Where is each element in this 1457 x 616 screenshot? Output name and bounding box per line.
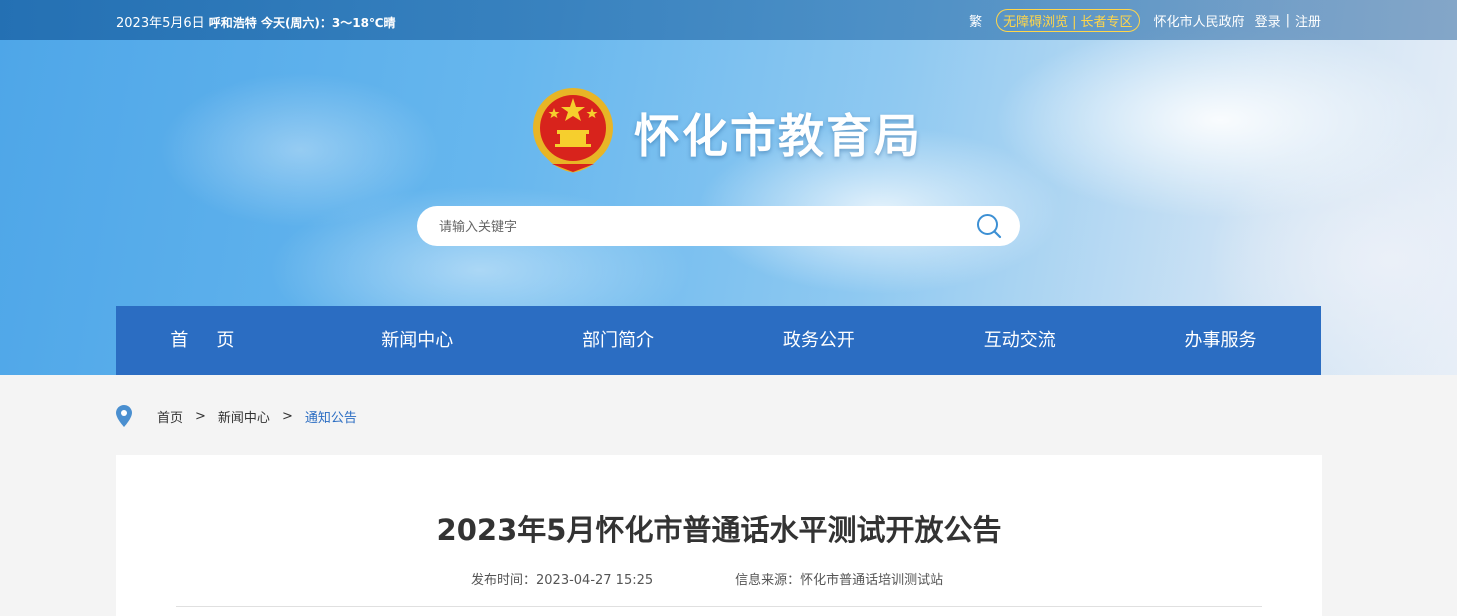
weather-text: 今天(周六)：3～18℃晴 [260, 16, 396, 30]
register-link[interactable]: 注册 [1295, 11, 1321, 30]
city-name: 呼和浩特 [208, 16, 257, 30]
breadcrumb-separator: > [281, 408, 293, 424]
header-banner: 2023年5月6日 呼和浩特 今天(周六)：3～18℃晴 繁 无障碍浏览 | 长者专… [0, 0, 1457, 375]
nav-item-home[interactable]: 首页 [116, 306, 317, 375]
article-title: 2023年5月怀化市普通话水平测试开放公告 [436, 513, 1002, 547]
breadcrumb-current[interactable]: 通知公告 [305, 407, 357, 426]
date-weather: 2023年5月6日 呼和浩特 今天(周六)：3～18℃晴 [116, 12, 396, 31]
search-icon[interactable] [976, 213, 1002, 239]
elderly-zone-link[interactable]: 长者专区 [1081, 15, 1133, 30]
login-link[interactable]: 登录 [1255, 11, 1281, 30]
article-card: 2023年5月怀化市普通话水平测试开放公告 发布时间：2023-04-27 15… [116, 455, 1322, 616]
nav-item-services[interactable]: 办事服务 [1120, 306, 1321, 375]
search-box [417, 206, 1020, 246]
breadcrumb-news[interactable]: 新闻中心 [218, 407, 270, 426]
accessible-browse-link[interactable]: 无障碍浏览 [1003, 15, 1068, 30]
current-date: 2023年5月6日 [116, 16, 205, 31]
nav-item-departments[interactable]: 部门简介 [518, 306, 719, 375]
national-emblem-icon [533, 88, 613, 173]
article-meta: 发布时间：2023-04-27 15:25 信息来源：怀化市普通话培训测试站 [471, 569, 943, 588]
top-links: 繁 无障碍浏览 | 长者专区 怀化市人民政府 登录 | 注册 [969, 9, 1321, 32]
divider [176, 606, 1262, 607]
publish-time: 发布时间：2023-04-27 15:25 [471, 573, 654, 588]
main-nav: 首页 新闻中心 部门简介 政务公开 互动交流 办事服务 [116, 306, 1321, 375]
nav-item-gov-affairs[interactable]: 政务公开 [718, 306, 919, 375]
search-input[interactable] [437, 216, 961, 238]
traditional-chinese-link[interactable]: 繁 [969, 11, 982, 30]
location-pin-icon [116, 405, 132, 427]
breadcrumb: 首页 > 新闻中心 > 通知公告 [116, 404, 357, 428]
accessibility-box: 无障碍浏览 | 长者专区 [996, 9, 1140, 32]
info-source: 信息来源：怀化市普通话培训测试站 [735, 573, 944, 588]
nav-item-news[interactable]: 新闻中心 [317, 306, 518, 375]
top-bar: 2023年5月6日 呼和浩特 今天(周六)：3～18℃晴 繁 无障碍浏览 | 长者专… [0, 0, 1457, 40]
site-title: 怀化市教育局 [634, 109, 922, 163]
nav-item-interaction[interactable]: 互动交流 [919, 306, 1120, 375]
breadcrumb-separator: > [195, 408, 206, 424]
city-gov-link[interactable]: 怀化市人民政府 [1154, 11, 1245, 30]
breadcrumb-home[interactable]: 首页 [157, 407, 183, 426]
